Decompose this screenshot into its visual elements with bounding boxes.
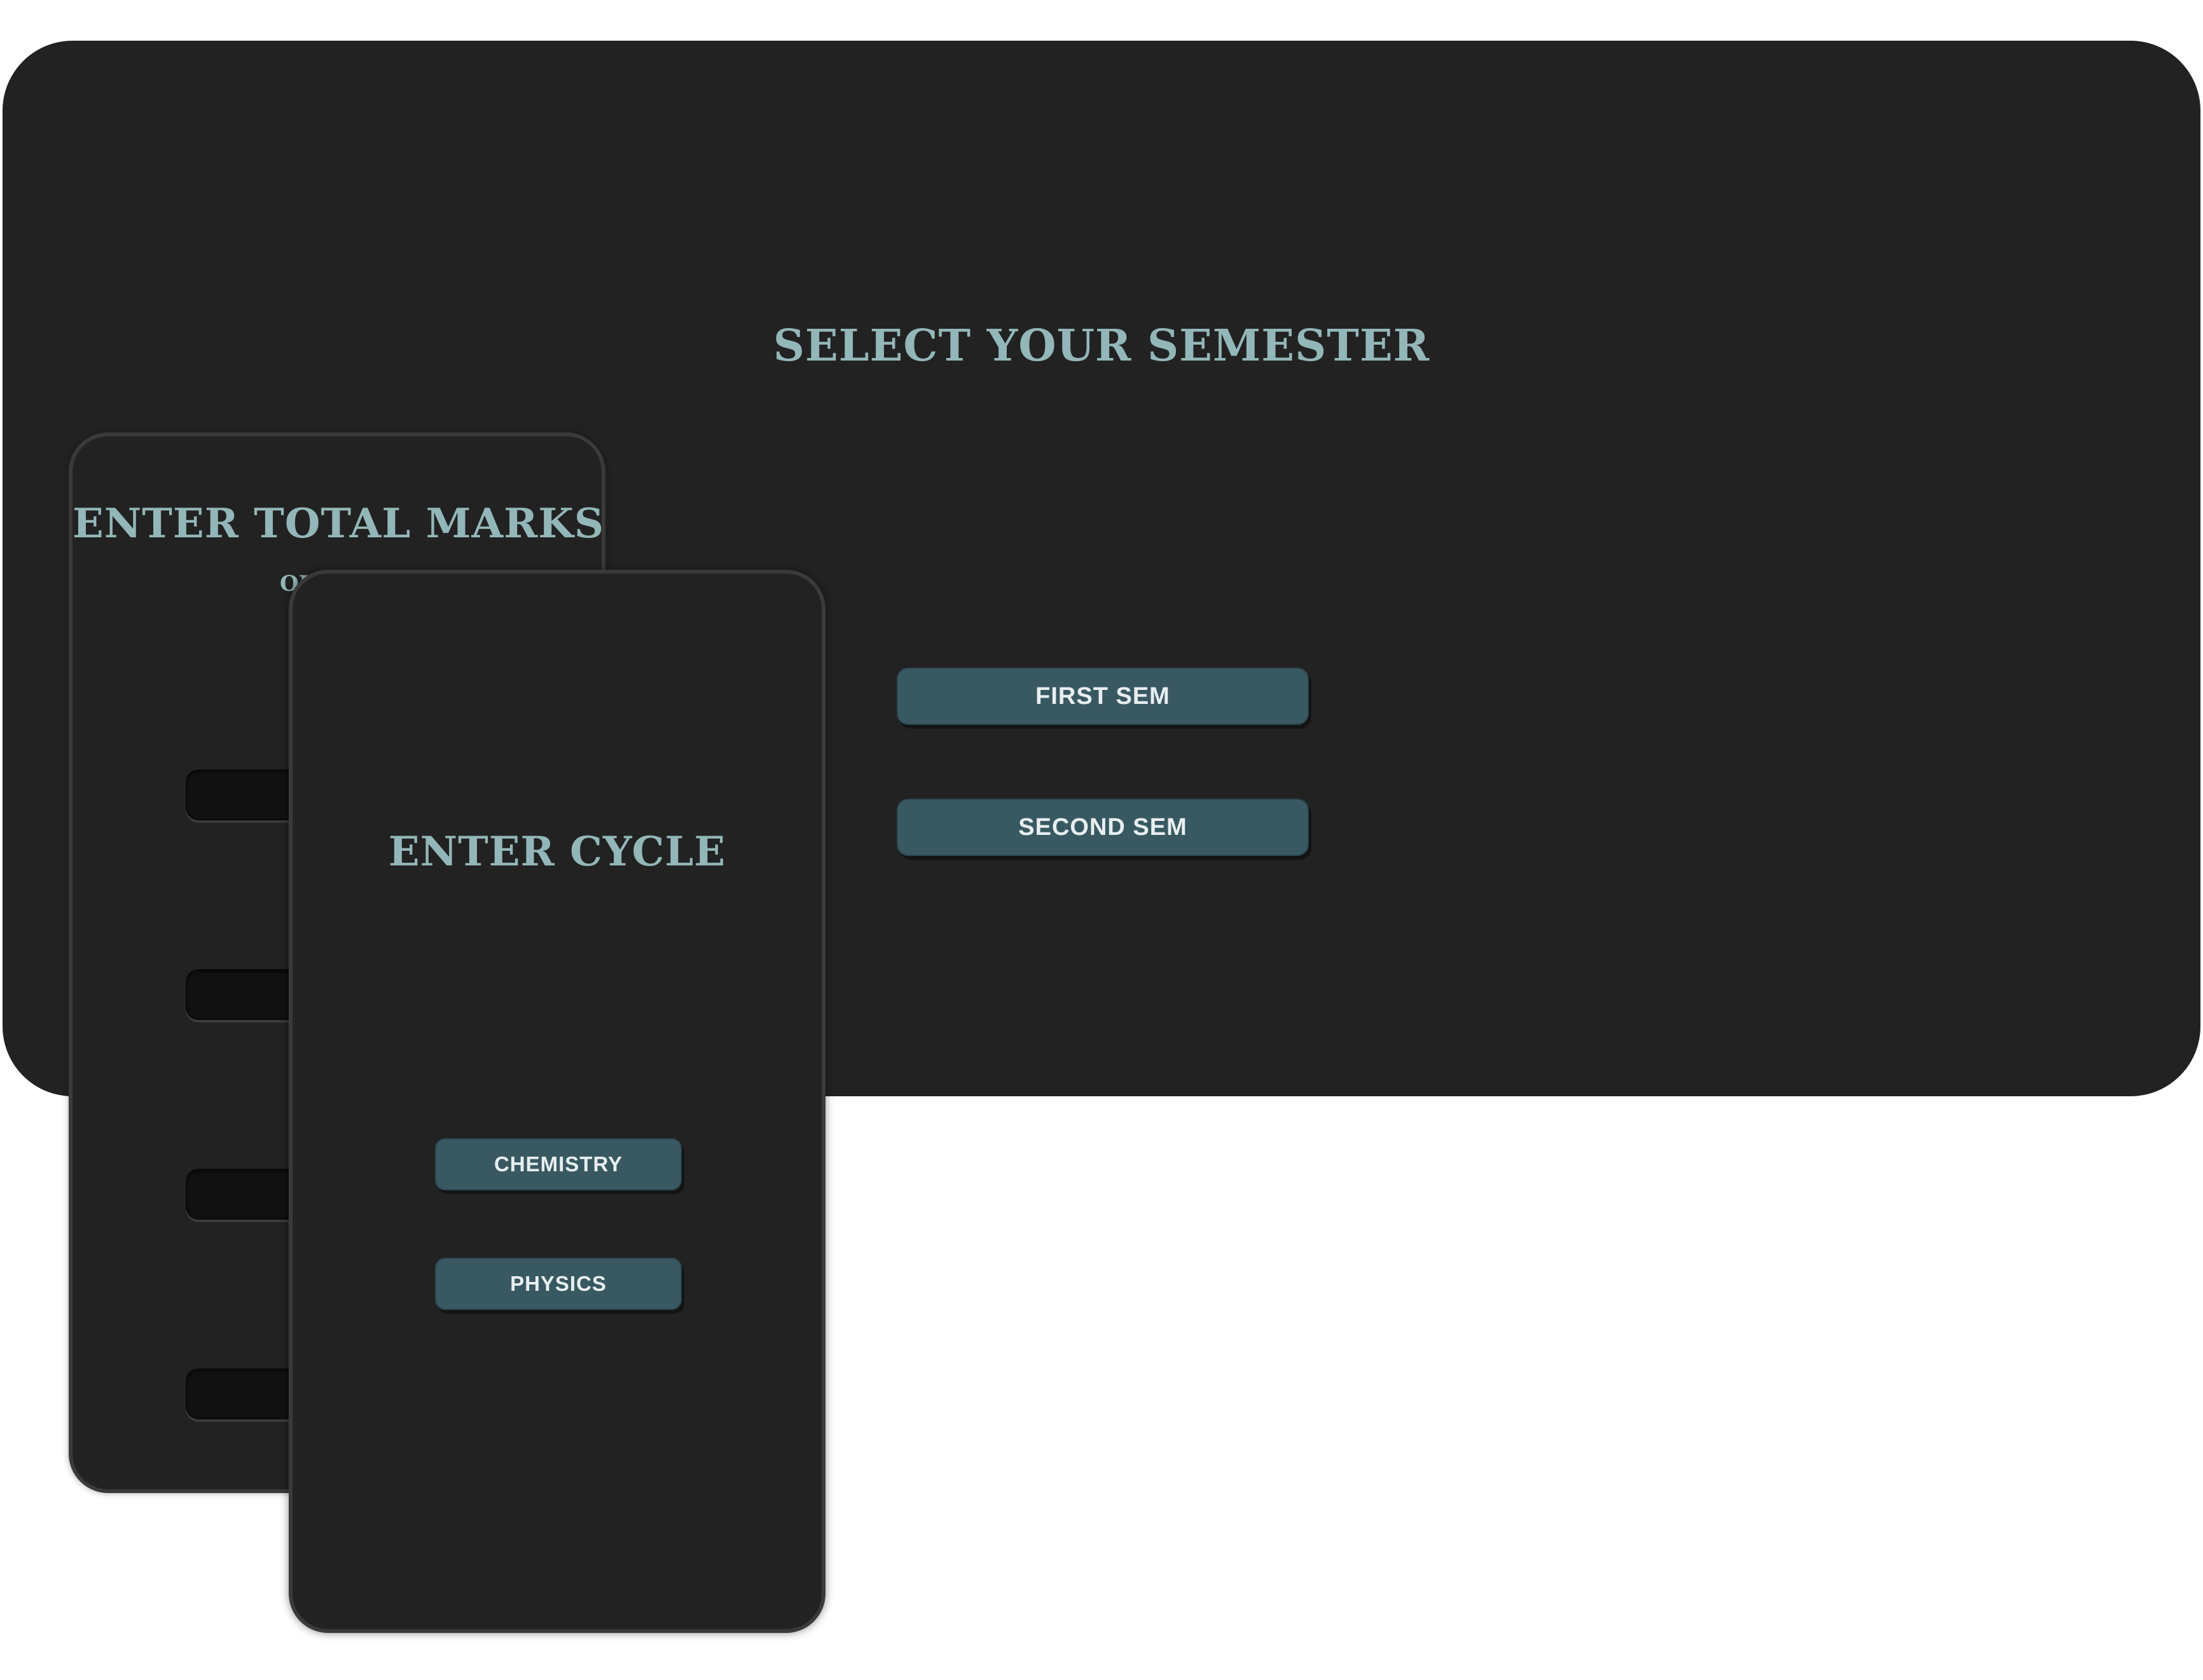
semester-title: SELECT YOUR SEMESTER <box>773 320 1430 371</box>
cycle-title: ENTER CYCLE <box>388 828 726 876</box>
total-marks-title: ENTER TOTAL MARKS <box>73 500 605 547</box>
physics-button[interactable]: PHYSICS <box>435 1258 682 1310</box>
second-sem-button[interactable]: SECOND SEM <box>897 799 1309 856</box>
cycle-panel: ENTER CYCLE CHEMISTRY PHYSICS <box>289 570 825 1633</box>
chemistry-button[interactable]: CHEMISTRY <box>435 1138 682 1190</box>
first-sem-button[interactable]: FIRST SEM <box>897 668 1309 725</box>
